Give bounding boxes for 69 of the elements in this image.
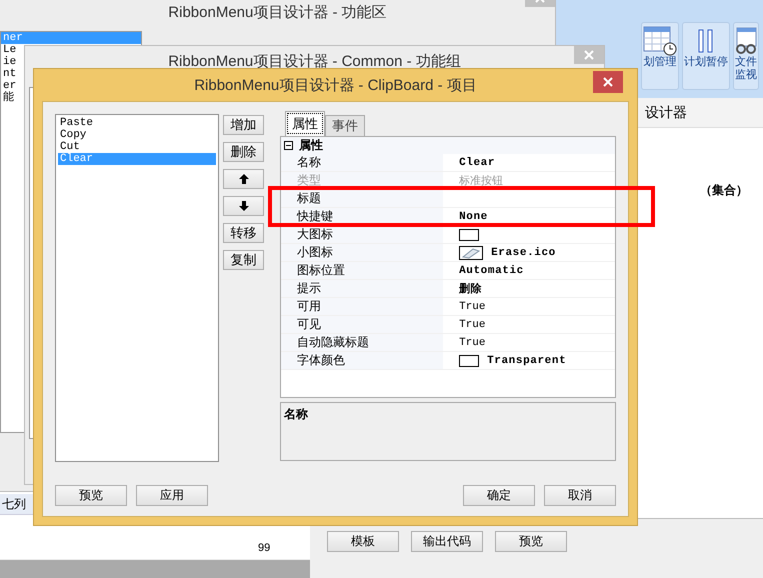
property-name: 名称	[281, 154, 444, 171]
property-value: True	[459, 300, 486, 312]
property-name: 字体颜色	[281, 352, 444, 369]
property-value: Erase.ico	[491, 246, 556, 258]
color-swatch	[459, 354, 480, 366]
property-name: 图标位置	[281, 262, 444, 279]
ribbon-button[interactable]: 文件 监视	[733, 22, 759, 90]
footer-button[interactable]: 预览	[55, 485, 127, 506]
footer-button[interactable]: 确定	[463, 485, 535, 506]
property-value: 标准按钮	[459, 174, 504, 188]
footer-button[interactable]: 取消	[544, 485, 616, 506]
ribbon-button[interactable]: 计划暂停	[682, 22, 730, 90]
property-value: Clear	[459, 156, 496, 168]
side-button[interactable]: 复制	[223, 250, 264, 270]
property-name: 提示	[281, 280, 444, 297]
calendar-icon	[643, 26, 677, 56]
tab[interactable]: 属性	[285, 111, 326, 136]
move-up-button[interactable]	[223, 169, 264, 189]
ribbon-label: 监视	[735, 69, 757, 82]
property-name: 标题	[281, 190, 444, 207]
property-name: 自动隐藏标题	[281, 334, 444, 351]
close-icon	[603, 77, 613, 87]
down-arrow-icon	[238, 201, 249, 211]
close-button[interactable]	[593, 71, 623, 93]
property-value: Automatic	[459, 264, 524, 276]
list-item[interactable]: Copy	[58, 129, 216, 141]
tab[interactable]: 事件	[325, 115, 366, 136]
color-swatch	[459, 228, 480, 240]
move-down-button[interactable]	[223, 196, 264, 216]
window-title: RibbonMenu项目设计器 - Common - 功能组	[168, 52, 461, 70]
ribbon-label: 计划暂停	[684, 56, 728, 69]
property-name: 大图标	[281, 226, 444, 243]
property-value: 删除	[459, 282, 482, 296]
property-value: True	[459, 318, 486, 330]
ribbon-label: 文件	[735, 56, 757, 69]
window-title: RibbonMenu项目设计器 - ClipBoard - 项目	[194, 76, 477, 94]
collapse-icon[interactable]	[284, 141, 294, 150]
window-title: RibbonMenu项目设计器 - 功能区	[168, 2, 387, 22]
property-name: 可用	[281, 298, 444, 315]
property-value: Transparent	[487, 354, 566, 366]
property-name: 可见	[281, 316, 444, 333]
up-arrow-icon	[238, 174, 249, 184]
list-item[interactable]: nt	[1, 68, 18, 80]
description-title: 名称	[284, 407, 308, 421]
list-item[interactable]: Le	[1, 44, 18, 56]
side-button[interactable]: 转移	[223, 223, 264, 243]
property-value: None	[459, 210, 488, 222]
table-cell: 99	[258, 542, 270, 554]
eraser-icon	[459, 246, 484, 260]
close-icon	[584, 50, 594, 60]
list-item[interactable]: ie	[1, 56, 18, 68]
host-button[interactable]: 预览	[495, 531, 567, 552]
ribbon-button[interactable]: 划管理	[641, 22, 679, 90]
category-label: 属性	[299, 137, 324, 154]
ribbon-label: 划管理	[644, 56, 676, 69]
property-value: True	[459, 336, 486, 348]
list-item[interactable]: Paste	[58, 117, 216, 129]
list-item[interactable]: Cut	[58, 141, 216, 153]
host-button[interactable]: 模板	[327, 531, 399, 552]
list-item[interactable]: er	[1, 80, 18, 92]
glasses-icon	[735, 26, 757, 56]
property-name: 小图标	[281, 244, 444, 261]
column-header: （集合）	[700, 182, 748, 199]
side-button[interactable]: 增加	[223, 115, 264, 135]
designer-title: 设计器	[645, 104, 687, 122]
footer-button[interactable]: 应用	[136, 485, 208, 506]
list-item[interactable]: 能	[1, 92, 16, 104]
host-button[interactable]: 输出代码	[411, 531, 483, 552]
side-button[interactable]: 删除	[223, 142, 264, 162]
